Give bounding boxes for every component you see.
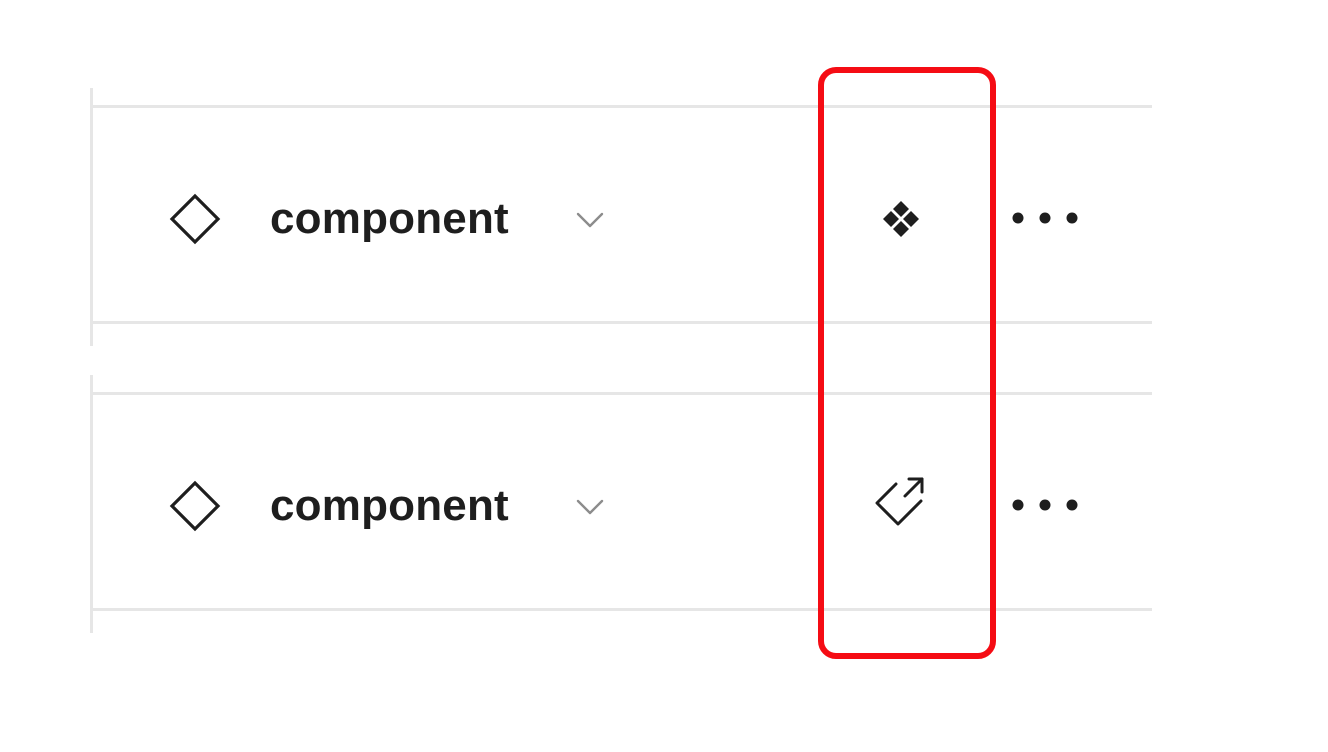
layer-row[interactable]: component xyxy=(93,108,1152,321)
more-horizontal-icon[interactable] xyxy=(1008,487,1082,523)
layer-name[interactable]: component xyxy=(270,191,509,247)
more-horizontal-icon[interactable] xyxy=(1008,200,1082,236)
layer-name[interactable]: component xyxy=(270,478,509,534)
chevron-down-icon[interactable] xyxy=(574,204,606,236)
layer-row[interactable]: component xyxy=(93,395,1152,608)
layer-panel-2: component xyxy=(90,375,1152,633)
chevron-down-icon[interactable] xyxy=(574,491,606,523)
layer-panel-1: component xyxy=(90,88,1152,346)
row-divider-bottom xyxy=(93,321,1152,324)
diamond-outline-icon xyxy=(169,193,221,245)
go-to-main-component-icon[interactable] xyxy=(870,475,932,537)
component-instance-icon[interactable] xyxy=(870,188,932,250)
diamond-outline-icon xyxy=(169,480,221,532)
row-divider-bottom xyxy=(93,608,1152,611)
